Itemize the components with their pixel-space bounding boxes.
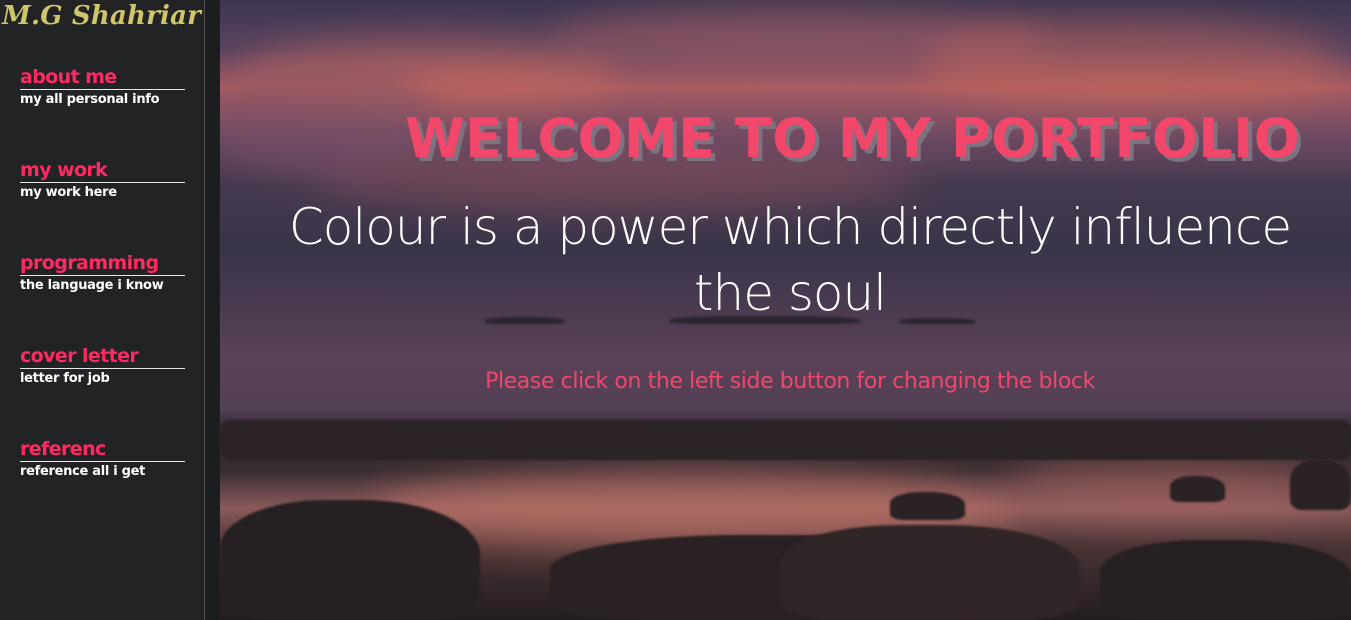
foreground-rock — [1170, 476, 1225, 502]
sky-glow — [920, 20, 1340, 110]
nav-item-title[interactable]: referenc — [20, 438, 185, 462]
nav-item-my-work[interactable]: my work my work here — [20, 159, 185, 203]
hero-quote: Colour is a power which directly influen… — [288, 198, 1292, 322]
sidebar: M.G Shahriar about me my all personal in… — [0, 0, 219, 620]
nav-item-subtitle: my work here — [20, 185, 117, 200]
nav-item-subtitle: reference all i get — [20, 464, 146, 479]
foreground-rock — [780, 525, 1080, 620]
hero-background-image: WELCOME TO MY PORTFOLIO Colour is a powe… — [220, 0, 1351, 620]
nav-item-subtitle: the language i know — [20, 278, 164, 293]
nav-item-cover-letter[interactable]: cover letter letter for job — [20, 345, 185, 389]
foreground-rock — [1100, 540, 1351, 620]
nav-item-about-me[interactable]: about me my all personal info — [20, 66, 185, 110]
foreground-rock — [1290, 460, 1351, 510]
nav-item-title[interactable]: programming — [20, 252, 185, 276]
nav-item-subtitle: my all personal info — [20, 92, 160, 107]
foreground-rock — [220, 500, 480, 620]
nav-item-title[interactable]: about me — [20, 66, 185, 90]
shoreline-rocks — [220, 420, 1351, 460]
hero-hint-text: Please click on the left side button for… — [485, 369, 1095, 394]
nav-item-title[interactable]: my work — [20, 159, 185, 183]
nav-item-reference[interactable]: referenc reference all i get — [20, 438, 185, 482]
nav-item-subtitle: letter for job — [20, 371, 110, 386]
welcome-heading: WELCOME TO MY PORTFOLIO — [405, 107, 1301, 170]
foreground-rock — [890, 492, 965, 520]
nav-item-programming[interactable]: programming the language i know — [20, 252, 185, 296]
nav-item-title[interactable]: cover letter — [20, 345, 185, 369]
brand-logo-text: M.G Shahriar — [2, 1, 202, 31]
